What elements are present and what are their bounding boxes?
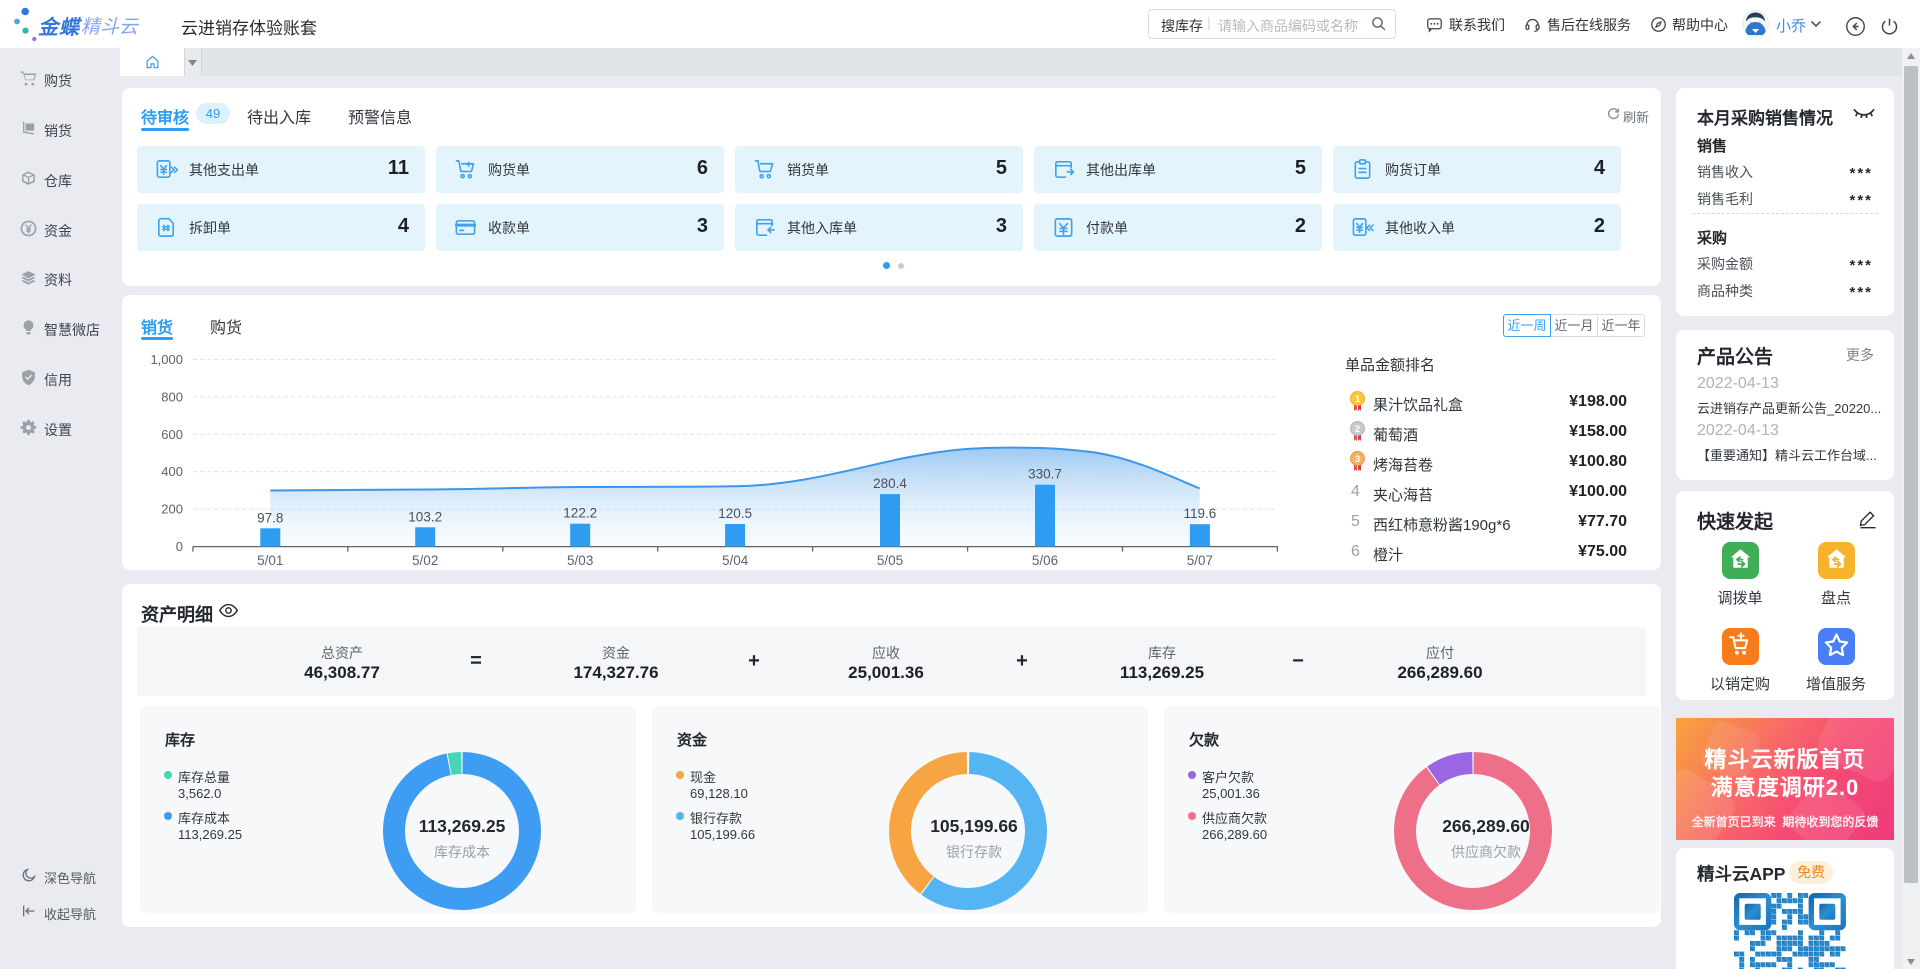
svg-text:5/07: 5/07	[1187, 553, 1213, 568]
svg-text:5/05: 5/05	[877, 553, 903, 568]
svg-text:600: 600	[161, 427, 183, 442]
svg-text:120.5: 120.5	[718, 506, 752, 521]
svg-text:280.4: 280.4	[873, 476, 907, 491]
svg-text:1,000: 1,000	[150, 352, 183, 367]
svg-text:3: 3	[1355, 454, 1360, 465]
svg-text:1: 1	[1355, 394, 1361, 405]
svg-text:5/02: 5/02	[412, 553, 438, 568]
svg-text:97.8: 97.8	[257, 510, 283, 525]
svg-text:2: 2	[1355, 424, 1360, 435]
svg-text:103.2: 103.2	[408, 509, 442, 524]
svg-text:5/01: 5/01	[257, 553, 283, 568]
svg-text:5/06: 5/06	[1032, 553, 1058, 568]
svg-text:5/04: 5/04	[722, 553, 749, 568]
svg-text:5/03: 5/03	[567, 553, 593, 568]
svg-text:330.7: 330.7	[1028, 467, 1062, 482]
svg-text:200: 200	[161, 502, 183, 517]
svg-text:122.2: 122.2	[563, 506, 597, 521]
svg-text:119.6: 119.6	[1184, 506, 1217, 521]
svg-text:0: 0	[176, 539, 183, 554]
svg-text:800: 800	[161, 389, 183, 404]
svg-text:400: 400	[161, 464, 183, 479]
